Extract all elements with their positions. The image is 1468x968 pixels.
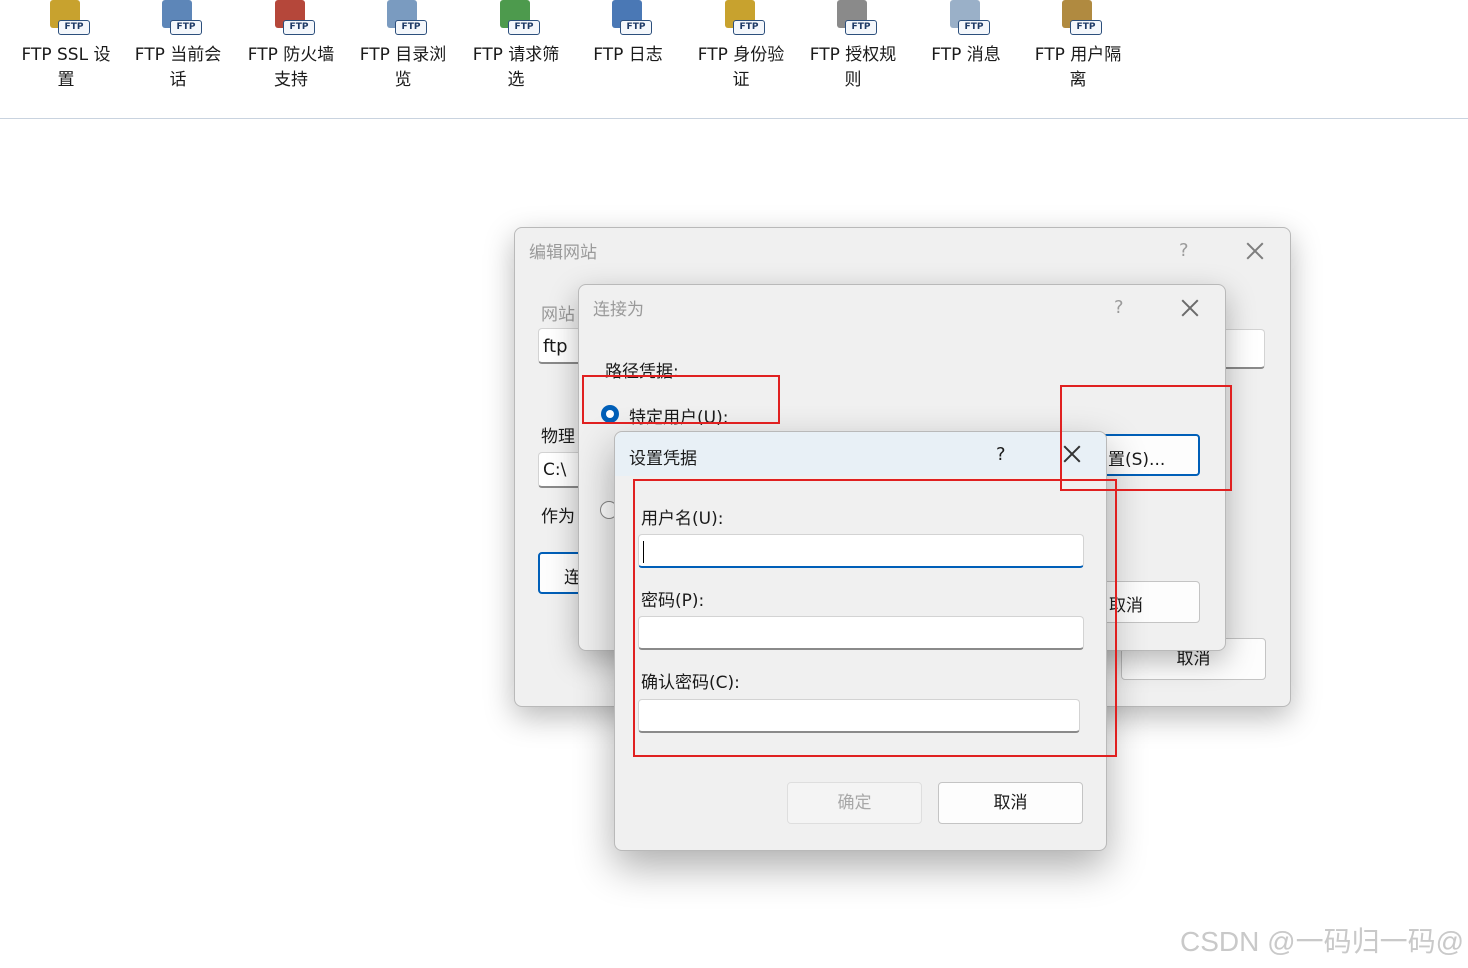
dialog-title: 设置凭据: [629, 449, 697, 469]
ftp-badge: FTP: [1070, 20, 1102, 35]
feature-label: FTP 当前会 话: [134, 45, 222, 90]
dialog-title: 连接为: [593, 300, 644, 320]
ftp-badge: FTP: [733, 20, 765, 35]
feature-tile[interactable]: FTP FTP 请求筛 选: [468, 0, 564, 93]
request-filter-icon: FTP: [494, 0, 540, 38]
users-icon: FTP: [156, 0, 202, 38]
ok-button[interactable]: 确定: [787, 782, 922, 824]
feature-label: FTP 授权规 则: [809, 45, 897, 90]
feature-tile[interactable]: FTP FTP 目录浏 览: [355, 0, 451, 93]
ftp-badge: FTP: [508, 20, 540, 35]
feature-label: FTP SSL 设 置: [21, 45, 111, 90]
close-icon[interactable]: [1179, 297, 1201, 319]
authorization-key-icon: FTP: [831, 0, 877, 38]
directory-browse-icon: FTP: [381, 0, 427, 38]
firewall-icon: FTP: [269, 0, 315, 38]
ftp-badge: FTP: [58, 20, 90, 35]
ftp-badge: FTP: [958, 20, 990, 35]
feature-tile[interactable]: FTP FTP SSL 设 置: [18, 0, 114, 93]
help-button[interactable]: ?: [996, 444, 1006, 465]
ftp-badge: FTP: [845, 20, 877, 35]
feature-tile[interactable]: FTP FTP 用户隔 离: [1030, 0, 1126, 93]
feature-tile[interactable]: FTP FTP 消息: [918, 0, 1014, 68]
physical-path-label: 物理: [541, 427, 575, 447]
log-icon: FTP: [606, 0, 652, 38]
user-isolation-icon: FTP: [1056, 0, 1102, 38]
ftp-badge: FTP: [620, 20, 652, 35]
cancel-button[interactable]: 取消: [938, 782, 1083, 824]
feature-label: FTP 请求筛 选: [472, 45, 560, 90]
feature-tile[interactable]: FTP FTP 授权规 则: [805, 0, 901, 93]
feature-label: FTP 身份验 证: [697, 45, 785, 90]
help-button[interactable]: ?: [1114, 297, 1124, 318]
feature-label: FTP 日志: [593, 45, 663, 65]
highlight-set-button: [1060, 385, 1232, 491]
ftp-badge: FTP: [170, 20, 202, 35]
feature-label: FTP 用户隔 离: [1034, 45, 1122, 90]
feature-tile[interactable]: FTP FTP 当前会 话: [130, 0, 226, 93]
site-name-label: 网站: [541, 305, 575, 325]
highlight-credential-fields: [633, 479, 1117, 757]
feature-label: FTP 防火墙 支持: [247, 45, 335, 90]
physical-path-value: C:\: [543, 460, 567, 480]
highlight-specific-user: [582, 375, 780, 424]
credentials-label: 作为: [541, 507, 575, 527]
feature-tile[interactable]: FTP FTP 身份验 证: [693, 0, 789, 93]
message-icon: FTP: [944, 0, 990, 38]
site-name-value: ftp: [543, 336, 568, 357]
ftp-badge: FTP: [395, 20, 427, 35]
feature-tile[interactable]: FTP FTP 防火墙 支持: [243, 0, 339, 93]
watermark: CSDN @一码归一码@: [1180, 926, 1464, 957]
feature-label: FTP 消息: [931, 45, 1001, 65]
feature-icon-bar: FTP FTP SSL 设 置 FTP FTP 当前会 话 FTP FTP 防火墙 支持 F…: [0, 0, 1468, 120]
authentication-icon: FTP: [719, 0, 765, 38]
ssl-lock-icon: FTP: [44, 0, 90, 38]
feature-label: FTP 目录浏 览: [359, 45, 447, 90]
feature-tile[interactable]: FTP FTP 日志: [580, 0, 676, 68]
help-button[interactable]: ?: [1179, 240, 1189, 261]
divider: [0, 118, 1468, 119]
ftp-badge: FTP: [283, 20, 315, 35]
close-icon[interactable]: [1244, 240, 1266, 262]
dialog-title: 编辑网站: [529, 243, 597, 263]
